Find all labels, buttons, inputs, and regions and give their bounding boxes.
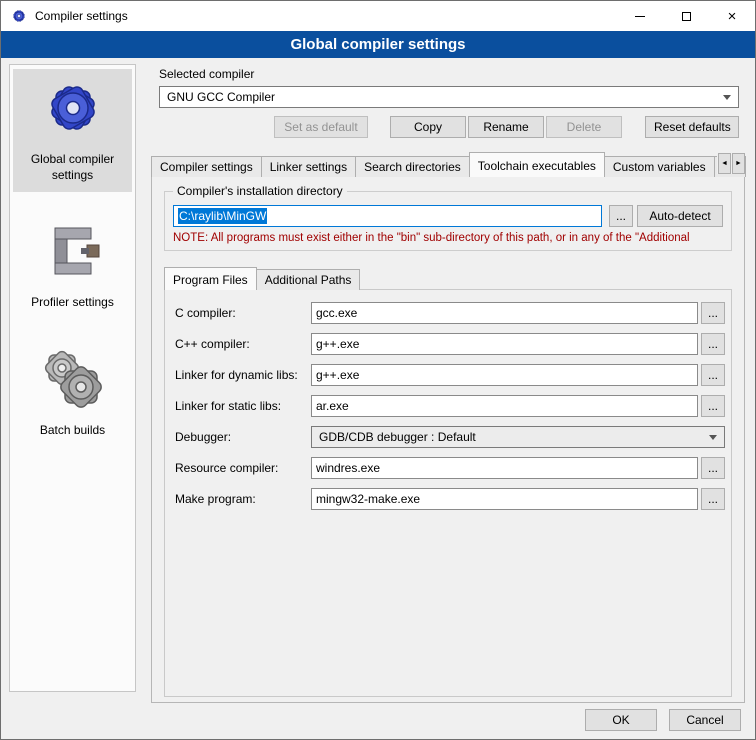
arrow-left-icon: ◄	[721, 160, 728, 167]
sidebar-item-label: Profiler settings	[15, 295, 130, 311]
tab-scroll-controls: ◄ ►	[717, 153, 745, 174]
tab-program-files[interactable]: Program Files	[164, 267, 257, 290]
cpp-compiler-value: g++.exe	[316, 337, 359, 351]
dynamic-linker-label: Linker for dynamic libs:	[175, 368, 311, 382]
bin-subdirectory-note: NOTE: All programs must exist either in …	[173, 232, 723, 244]
field-row-c-compiler: C compiler: gcc.exe ...	[175, 302, 725, 324]
field-row-dynamic-linker: Linker for dynamic libs: g++.exe ...	[175, 364, 725, 386]
resource-compiler-value: windres.exe	[316, 461, 380, 475]
compiler-actions-row: Set as default Copy Rename Delete Reset …	[159, 116, 739, 138]
sidebar-item-label: Global compiler settings	[15, 152, 130, 183]
sidebar-item-batch-builds[interactable]: Batch builds	[13, 340, 132, 448]
cancel-button[interactable]: Cancel	[669, 709, 741, 731]
maximize-button[interactable]	[663, 1, 709, 31]
make-program-browse-button[interactable]: ...	[701, 488, 725, 510]
minimize-icon	[635, 16, 645, 17]
sidebar-item-global-compiler-settings[interactable]: Global compiler settings	[13, 69, 132, 192]
blue-gear-icon	[41, 76, 105, 140]
tab-scroll-right-button[interactable]: ►	[732, 153, 745, 174]
settings-category-sidebar: Global compiler settings Profiler settin…	[9, 64, 136, 692]
toolchain-executables-pane: Compiler's installation directory C:\ray…	[151, 176, 745, 703]
selected-compiler-dropdown[interactable]: GNU GCC Compiler	[159, 86, 739, 108]
tab-compiler-settings[interactable]: Compiler settings	[151, 156, 262, 177]
cpp-compiler-label: C++ compiler:	[175, 337, 311, 351]
compiler-settings-window: Compiler settings × Global compiler sett…	[0, 0, 756, 740]
dynamic-linker-input[interactable]: g++.exe	[311, 364, 698, 386]
static-linker-browse-button[interactable]: ...	[701, 395, 725, 417]
maximize-icon	[682, 12, 691, 21]
auto-detect-button[interactable]: Auto-detect	[637, 205, 723, 227]
sidebar-item-label: Batch builds	[15, 423, 130, 439]
installation-directory-group-title: Compiler's installation directory	[173, 184, 347, 198]
window-controls: ×	[617, 1, 755, 31]
gray-gears-icon	[41, 347, 105, 411]
copy-button[interactable]: Copy	[390, 116, 466, 138]
cpp-compiler-browse-button[interactable]: ...	[701, 333, 725, 355]
static-linker-input[interactable]: ar.exe	[311, 395, 698, 417]
app-gear-icon	[11, 8, 27, 24]
close-button[interactable]: ×	[709, 1, 755, 31]
chevron-down-icon	[709, 435, 717, 440]
close-icon: ×	[728, 9, 737, 24]
settings-tab-strip: Compiler settings Linker settings Search…	[151, 152, 745, 177]
make-program-value: mingw32-make.exe	[316, 492, 420, 506]
c-compiler-value: gcc.exe	[316, 306, 357, 320]
dynamic-linker-browse-button[interactable]: ...	[701, 364, 725, 386]
field-row-resource-compiler: Resource compiler: windres.exe ...	[175, 457, 725, 479]
chevron-down-icon	[723, 95, 731, 100]
debugger-label: Debugger:	[175, 430, 311, 444]
sidebar-item-profiler-settings[interactable]: Profiler settings	[13, 212, 132, 320]
tab-additional-paths[interactable]: Additional Paths	[256, 269, 361, 290]
make-program-input[interactable]: mingw32-make.exe	[311, 488, 698, 510]
rename-button[interactable]: Rename	[468, 116, 544, 138]
field-row-static-linker: Linker for static libs: ar.exe ...	[175, 395, 725, 417]
install-dir-selected-text: C:\raylib\MinGW	[178, 208, 267, 224]
tab-scroll-left-button[interactable]: ◄	[718, 153, 731, 174]
minimize-button[interactable]	[617, 1, 663, 31]
tab-custom-variables[interactable]: Custom variables	[604, 156, 715, 177]
reset-defaults-button[interactable]: Reset defaults	[645, 116, 739, 138]
clamp-tool-icon	[41, 219, 105, 283]
program-files-tab-strip: Program Files Additional Paths	[164, 267, 736, 290]
install-dir-browse-button[interactable]: ...	[609, 205, 633, 227]
field-row-make-program: Make program: mingw32-make.exe ...	[175, 488, 725, 510]
selected-compiler-label: Selected compiler	[159, 67, 749, 81]
tab-linker-settings[interactable]: Linker settings	[261, 156, 356, 177]
delete-button[interactable]: Delete	[546, 116, 622, 138]
ok-button[interactable]: OK	[585, 709, 657, 731]
make-program-label: Make program:	[175, 492, 311, 506]
selected-compiler-value: GNU GCC Compiler	[167, 90, 275, 104]
field-row-debugger: Debugger: GDB/CDB debugger : Default	[175, 426, 725, 448]
debugger-dropdown[interactable]: GDB/CDB debugger : Default	[311, 426, 725, 448]
window-title: Compiler settings	[35, 9, 128, 23]
dynamic-linker-value: g++.exe	[316, 368, 359, 382]
program-files-pane: C compiler: gcc.exe ... C++ compiler: g+…	[164, 289, 732, 697]
tab-search-directories[interactable]: Search directories	[355, 156, 470, 177]
static-linker-value: ar.exe	[316, 399, 349, 413]
arrow-right-icon: ►	[735, 160, 742, 167]
titlebar: Compiler settings ×	[1, 1, 755, 31]
resource-compiler-label: Resource compiler:	[175, 461, 311, 475]
c-compiler-browse-button[interactable]: ...	[701, 302, 725, 324]
main-panel: Selected compiler GNU GCC Compiler Set a…	[147, 61, 749, 711]
tab-toolchain-executables[interactable]: Toolchain executables	[469, 152, 605, 177]
c-compiler-input[interactable]: gcc.exe	[311, 302, 698, 324]
field-row-cpp-compiler: C++ compiler: g++.exe ...	[175, 333, 725, 355]
static-linker-label: Linker for static libs:	[175, 399, 311, 413]
debugger-value: GDB/CDB debugger : Default	[319, 430, 476, 444]
resource-compiler-browse-button[interactable]: ...	[701, 457, 725, 479]
c-compiler-label: C compiler:	[175, 306, 311, 320]
dialog-footer: OK Cancel	[585, 709, 741, 731]
installation-directory-row: C:\raylib\MinGW ... Auto-detect	[173, 205, 723, 227]
cpp-compiler-input[interactable]: g++.exe	[311, 333, 698, 355]
installation-directory-group: Compiler's installation directory C:\ray…	[164, 191, 732, 251]
dialog-header-title: Global compiler settings	[1, 31, 755, 58]
install-dir-input[interactable]: C:\raylib\MinGW	[173, 205, 602, 227]
set-as-default-button[interactable]: Set as default	[274, 116, 368, 138]
resource-compiler-input[interactable]: windres.exe	[311, 457, 698, 479]
